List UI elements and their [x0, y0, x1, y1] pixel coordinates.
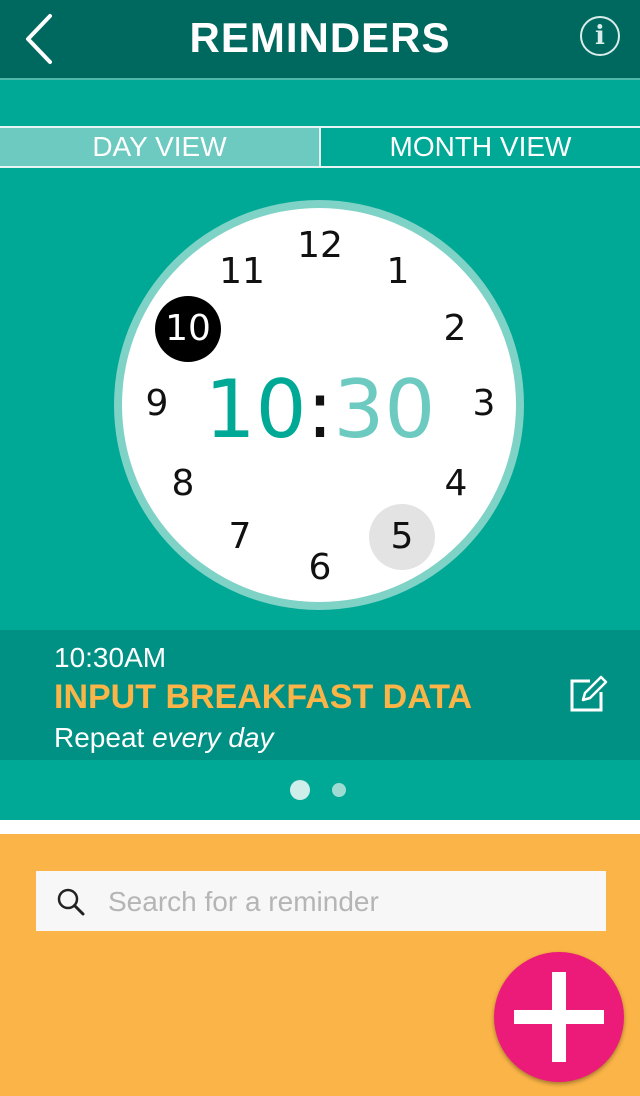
repeat-prefix: Repeat: [54, 722, 145, 753]
clock-number-2[interactable]: 2: [425, 299, 485, 359]
reminder-repeat: Repeat every day: [54, 722, 273, 754]
search-bar[interactable]: [36, 871, 606, 933]
clock-number-4[interactable]: 4: [426, 454, 486, 514]
edit-icon: [570, 675, 608, 712]
repeat-value: every day: [152, 722, 274, 753]
view-tabs: DAY VIEW MONTH VIEW: [0, 126, 640, 168]
search-input[interactable]: [106, 871, 590, 933]
divider: [0, 820, 640, 834]
tab-month-view[interactable]: MONTH VIEW: [321, 128, 640, 166]
add-reminder-button[interactable]: [494, 952, 624, 1082]
page-title: REMINDERS: [189, 14, 451, 61]
reminder-card[interactable]: 10:30AM INPUT BREAKFAST DATA Repeat ever…: [0, 630, 640, 760]
time-separator: :: [306, 363, 334, 456]
time-minute: 30: [333, 363, 436, 456]
clock-number-5[interactable]: 5: [369, 504, 435, 570]
app-header: REMINDERS i: [0, 0, 640, 80]
info-button[interactable]: i: [580, 16, 620, 56]
tab-day-view[interactable]: DAY VIEW: [0, 128, 321, 166]
clock-number-7[interactable]: 7: [210, 507, 270, 567]
info-icon: i: [595, 21, 605, 51]
clock-number-11[interactable]: 11: [212, 242, 272, 302]
plus-icon-vertical: [552, 972, 566, 1062]
clock-number-12[interactable]: 12: [290, 216, 350, 276]
clock-number-8[interactable]: 8: [153, 454, 213, 514]
edit-button[interactable]: [568, 674, 608, 714]
time-display: 10:30: [0, 362, 640, 458]
time-hour: 10: [204, 363, 307, 456]
page-dot-active[interactable]: [290, 780, 310, 800]
clock-number-10[interactable]: 10: [155, 296, 221, 362]
reminder-title: INPUT BREAKFAST DATA: [54, 678, 473, 716]
reminder-time: 10:30AM: [54, 642, 167, 673]
search-icon: [57, 888, 85, 916]
page-dot[interactable]: [332, 783, 346, 797]
clock-number-1[interactable]: 1: [368, 242, 428, 302]
clock-number-6[interactable]: 6: [290, 538, 350, 598]
page-indicator: [0, 780, 640, 800]
